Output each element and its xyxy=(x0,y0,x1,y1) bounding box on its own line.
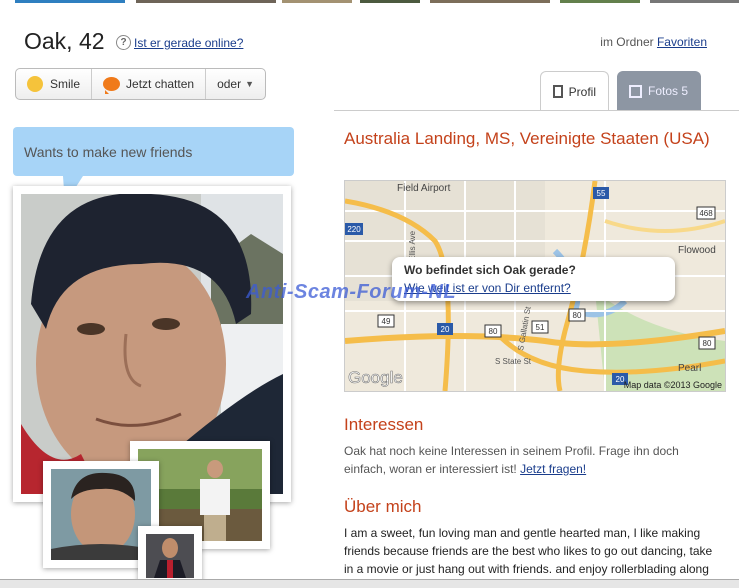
map-shield: 220 xyxy=(347,225,361,234)
top-photo-strip xyxy=(0,0,739,3)
map-popup-question: Wo befindet sich Oak gerade? xyxy=(404,263,576,277)
status-text: Wants to make new friends xyxy=(24,144,193,160)
chat-label: Jetzt chatten xyxy=(126,77,195,91)
map-shield: 468 xyxy=(699,209,713,218)
map-shield: 80 xyxy=(703,339,712,348)
map-attribution: Map data ©2013 Google xyxy=(624,380,722,390)
chevron-down-icon: ▼ xyxy=(245,79,255,89)
map-shield: 51 xyxy=(536,323,545,332)
chat-bubble-icon xyxy=(103,77,121,94)
ask-now-link[interactable]: Jetzt fragen! xyxy=(520,462,586,476)
favorites-link[interactable]: Favoriten xyxy=(657,35,707,49)
action-toolbar: Smile Jetzt chatten oder ▼ xyxy=(15,68,267,100)
thumbnail-image xyxy=(146,534,194,578)
tab-profil-label: Profil xyxy=(568,84,596,99)
more-label: oder xyxy=(217,77,242,91)
map-shield: 20 xyxy=(441,325,450,334)
folder-info: im Ordner Favoriten xyxy=(600,35,707,49)
more-dropdown[interactable]: oder ▼ xyxy=(206,69,265,99)
map-shield: 55 xyxy=(597,189,606,198)
tab-fotos-label: Fotos 5 xyxy=(648,84,689,98)
help-icon[interactable]: ? xyxy=(116,35,131,50)
profile-icon xyxy=(553,85,563,98)
about-text: I am a sweet, fun loving man and gentle … xyxy=(344,526,713,576)
map-shield: 80 xyxy=(489,327,498,336)
photos-icon xyxy=(629,84,642,98)
thumbnail-image xyxy=(51,469,151,560)
location-heading: Australia Landing, MS, Vereinigte Staate… xyxy=(344,129,710,148)
status-bubble: Wants to make new friends xyxy=(13,127,294,176)
map-label: S State St xyxy=(495,357,532,366)
chat-button[interactable]: Jetzt chatten xyxy=(92,69,207,99)
about-heading: Über mich xyxy=(344,497,422,516)
map-label: Field Airport xyxy=(397,183,451,194)
thumbnail-photo[interactable] xyxy=(138,526,202,586)
map-logo: Google xyxy=(348,368,403,387)
map-shield: 49 xyxy=(382,317,391,326)
map-label: Flowood xyxy=(678,245,716,256)
folder-prefix: im Ordner xyxy=(600,35,654,49)
tab-fotos[interactable]: Fotos 5 xyxy=(617,71,701,111)
tab-divider xyxy=(334,110,739,111)
profile-name-age: Oak, 42 xyxy=(24,28,105,54)
interests-text-block: Oak hat noch keine Interessen in seinem … xyxy=(344,442,719,478)
smile-button[interactable]: Smile xyxy=(16,69,93,99)
interests-text: Oak hat noch keine Interessen in seinem … xyxy=(344,444,679,476)
smiley-icon xyxy=(27,76,43,92)
smile-label: Smile xyxy=(50,77,81,91)
online-status-link[interactable]: Ist er gerade online? xyxy=(134,36,243,50)
map-label: Pearl xyxy=(678,363,701,374)
map-shield: 80 xyxy=(573,311,582,320)
interests-heading: Interessen xyxy=(344,415,424,434)
tab-profil[interactable]: Profil xyxy=(540,71,609,111)
watermark: Anti-Scam-Forum-NL xyxy=(246,281,457,303)
